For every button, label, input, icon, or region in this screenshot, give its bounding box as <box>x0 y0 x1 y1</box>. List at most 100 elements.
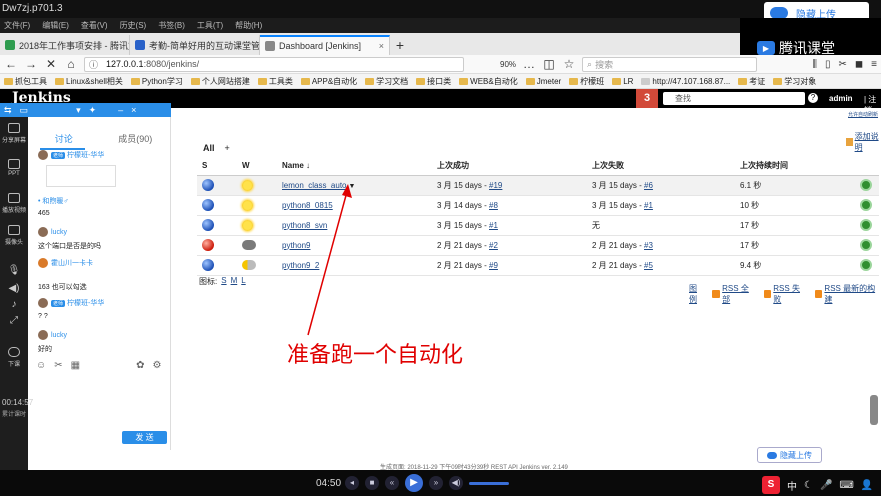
add-view-button[interactable]: + <box>225 143 230 153</box>
new-tab-button[interactable]: + <box>390 35 410 55</box>
info-icon[interactable]: ⓘ <box>89 58 98 71</box>
rss-failed-link[interactable]: RSS 失败 <box>763 283 807 305</box>
notification-badge[interactable]: 3 <box>636 89 658 108</box>
scissors-icon[interactable]: ✂ <box>54 360 62 374</box>
rss-all-link[interactable]: RSS 全部 <box>712 283 755 305</box>
failure-build-link[interactable]: #3 <box>644 241 653 250</box>
storm-weather-icon[interactable] <box>242 240 256 250</box>
speaker-icon[interactable]: ◀) <box>0 283 28 294</box>
star-icon[interactable]: ✦ <box>89 105 97 116</box>
bookmark-star-icon[interactable]: ☆ <box>562 57 576 71</box>
search-input[interactable]: ⌕ 搜索 <box>582 56 758 72</box>
menu-edit[interactable]: 编辑(E) <box>42 20 69 31</box>
bookmark-item[interactable]: http://47.107.168.87... <box>641 77 730 86</box>
tab-discussion[interactable]: 讨论 <box>28 132 100 146</box>
success-build-link[interactable]: #9 <box>489 261 498 270</box>
minimize-icon[interactable]: – <box>118 105 123 115</box>
forward-icon[interactable]: → <box>24 57 38 71</box>
shared-image-thumbnail[interactable] <box>46 165 116 187</box>
schedule-build-icon[interactable] <box>860 199 872 211</box>
bookmark-item[interactable]: 工具类 <box>257 76 293 87</box>
column-last-failure[interactable]: 上次失败 <box>587 157 735 176</box>
library-icon[interactable]: ⫼ <box>812 59 817 70</box>
failure-build-link[interactable]: #6 <box>644 181 653 190</box>
menu-view[interactable]: 查看(V) <box>81 20 108 31</box>
ppt-button[interactable]: PPT <box>0 159 28 177</box>
icon-size-m[interactable]: M <box>231 276 238 287</box>
user-link[interactable]: admin <box>829 94 853 103</box>
keyboard-icon[interactable]: ⌨ <box>839 480 853 491</box>
volume-slider[interactable] <box>469 481 509 485</box>
sunny-weather-icon[interactable] <box>242 199 253 211</box>
home-icon[interactable]: ⌂ <box>64 57 78 71</box>
bookmark-item[interactable]: 考证 <box>738 76 765 87</box>
bookmark-item[interactable]: 抓包工具 <box>4 76 47 87</box>
play-video-button[interactable]: 播放视频 <box>0 193 28 214</box>
schedule-build-icon[interactable] <box>860 179 872 191</box>
success-build-link[interactable]: #8 <box>489 201 498 210</box>
bookmark-item[interactable]: APP&自动化 <box>300 76 357 87</box>
bookmark-item[interactable]: Linux&shell相关 <box>55 76 123 87</box>
pocket-icon[interactable]: ◫ <box>542 57 556 71</box>
pin-icon[interactable]: ⇆ <box>4 105 12 116</box>
schedule-build-icon[interactable] <box>860 239 872 251</box>
cloudy-weather-icon[interactable] <box>242 260 256 270</box>
sogou-icon[interactable]: S <box>762 476 780 494</box>
camera-button[interactable]: 摄像头 <box>0 225 28 246</box>
end-class-button[interactable]: 下课 <box>0 347 28 368</box>
hide-upload-button-bottom[interactable]: 隐藏上传 <box>757 447 822 463</box>
mic-icon[interactable]: 🎙 <box>0 265 28 276</box>
bookmark-item[interactable]: 接口类 <box>416 76 451 87</box>
emoji-icon[interactable]: ☺ <box>36 360 46 374</box>
rss-latest-link[interactable]: RSS 最新的构建 <box>814 283 881 305</box>
bookmark-item[interactable]: 柠檬班 <box>569 76 604 87</box>
schedule-build-icon[interactable] <box>860 219 872 231</box>
tab-members[interactable]: 成员(90) <box>100 132 172 146</box>
bookmark-item[interactable]: WEB&自动化 <box>459 76 518 87</box>
moon-icon[interactable]: ☾ <box>804 480 813 491</box>
bookmark-item[interactable]: Python学习 <box>130 76 183 87</box>
success-build-link[interactable]: #2 <box>489 241 498 250</box>
tab-jenkins-dashboard[interactable]: Dashboard [Jenkins] × <box>260 35 390 55</box>
column-status[interactable]: S <box>197 157 237 176</box>
tab-work-schedule[interactable]: 2018年工作事项安排 - 腾讯文 × <box>0 35 130 55</box>
bookmark-item[interactable]: Jmeter <box>525 77 561 86</box>
column-last-duration[interactable]: 上次持续时间 <box>735 157 855 176</box>
bookmark-item[interactable]: 学习文档 <box>365 76 408 87</box>
send-button[interactable]: 发 送 <box>122 431 167 444</box>
help-icon[interactable]: ? <box>808 93 818 103</box>
view-tab-all[interactable]: All <box>203 143 215 153</box>
music-icon[interactable]: ♪ <box>0 299 28 310</box>
url-bar[interactable]: ⓘ 127.0.0.1:8080/jenkins/ <box>84 56 464 72</box>
schedule-build-icon[interactable] <box>860 259 872 271</box>
fast-forward-icon[interactable]: » <box>429 476 443 490</box>
image-icon[interactable]: ▦ <box>71 360 80 374</box>
stop-icon[interactable]: ✕ <box>44 57 58 71</box>
menu-file[interactable]: 文件(F) <box>4 20 30 31</box>
failure-build-link[interactable]: #1 <box>644 201 653 210</box>
prev-icon[interactable]: ◂ <box>345 476 359 490</box>
window-icon[interactable]: ▭ <box>20 105 29 116</box>
fullscreen-icon[interactable]: ⤢ <box>0 315 28 326</box>
menu-bookmarks[interactable]: 书签(B) <box>158 20 185 31</box>
icon-size-l[interactable]: L <box>241 276 245 287</box>
column-weather[interactable]: W <box>237 157 277 176</box>
bookmark-item[interactable]: 学习对象 <box>773 76 816 87</box>
settings-icon[interactable]: ⚙ <box>152 360 161 374</box>
blue-status-ball-icon[interactable] <box>202 259 214 271</box>
language-indicator[interactable]: 中 <box>787 478 797 493</box>
sunny-weather-icon[interactable] <box>242 219 253 231</box>
close-icon[interactable]: × <box>131 105 136 115</box>
back-icon[interactable]: ← <box>4 57 18 71</box>
dropdown-icon[interactable]: ▾ <box>76 105 81 116</box>
tab-attendance[interactable]: 考勤-简单好用的互动课堂管理 × <box>130 35 260 55</box>
user-icon[interactable]: 👤 <box>861 480 873 491</box>
stop-icon[interactable]: ■ <box>365 476 379 490</box>
screenshot-icon[interactable]: ✂ <box>838 59 846 70</box>
column-name[interactable]: Name ↓ <box>277 157 432 176</box>
menu-icon[interactable]: ≡ <box>871 59 877 70</box>
share-screen-button[interactable]: 分享屏幕 <box>0 123 28 144</box>
auto-refresh-link[interactable]: 允许自动刷新 <box>848 111 878 118</box>
extension-icon[interactable]: ◼ <box>855 59 863 70</box>
menu-help[interactable]: 帮助(H) <box>235 20 262 31</box>
